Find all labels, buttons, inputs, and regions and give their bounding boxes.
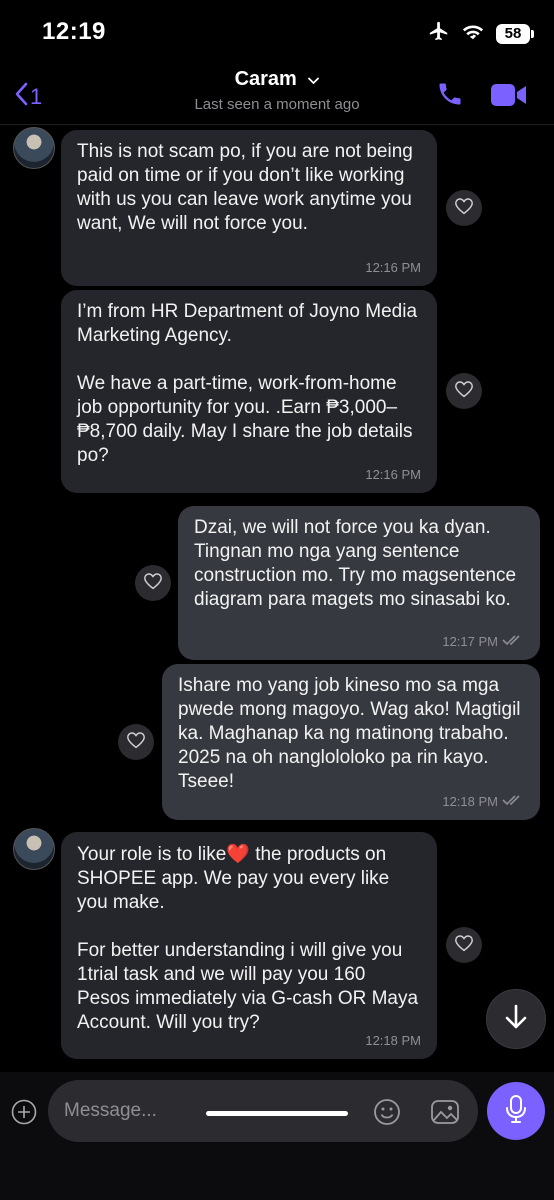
message-bubble-incoming[interactable]: This is not scam po, if you are not bein… xyxy=(61,130,437,286)
message-time: 12:18 PM xyxy=(442,790,524,814)
message-composer: Message... xyxy=(0,1072,554,1200)
contact-name-button[interactable]: Caram xyxy=(0,68,554,91)
heart-emoji: ❤️ xyxy=(226,843,250,865)
emoji-icon xyxy=(373,1099,401,1130)
message-time: 12:16 PM xyxy=(365,260,421,275)
gallery-button[interactable] xyxy=(430,1098,460,1131)
chat-header: 1 Caram Last seen a moment ago xyxy=(0,62,554,125)
message-time: 12:16 PM xyxy=(365,467,421,482)
plus-icon xyxy=(11,1099,37,1129)
like-button[interactable] xyxy=(446,373,482,409)
scroll-to-bottom-button[interactable] xyxy=(486,989,546,1049)
read-receipt-icon xyxy=(502,630,524,654)
message-bubble-incoming[interactable]: Your role is to like❤️ the products on S… xyxy=(61,832,437,1059)
video-icon xyxy=(490,84,528,112)
battery-indicator: 58 xyxy=(496,23,534,44)
status-bar: 12:19 58 xyxy=(0,0,554,62)
like-button[interactable] xyxy=(118,724,154,760)
message-text: Dzai, we will not force you ka dyan. Tin… xyxy=(194,517,522,610)
message-bubble-outgoing[interactable]: Ishare mo yang job kineso mo sa mga pwed… xyxy=(162,664,540,820)
heart-icon xyxy=(143,572,163,595)
message-time: 12:17 PM xyxy=(442,630,524,654)
heart-icon xyxy=(454,197,474,220)
chevron-down-icon xyxy=(308,68,320,91)
wifi-icon xyxy=(462,22,484,45)
video-call-button[interactable] xyxy=(490,82,528,113)
microphone-icon xyxy=(505,1094,527,1129)
gallery-icon xyxy=(430,1100,460,1130)
message-text: This is not scam po, if you are not bein… xyxy=(77,141,419,234)
home-indicator xyxy=(206,1111,348,1116)
message-bubble-incoming[interactable]: I’m from HR Department of Joyno Media Ma… xyxy=(61,290,437,493)
last-seen-status: Last seen a moment ago xyxy=(194,96,360,113)
phone-icon xyxy=(436,83,464,112)
contact-avatar[interactable] xyxy=(13,127,55,169)
airplane-icon xyxy=(428,20,450,47)
contact-avatar[interactable] xyxy=(13,828,55,870)
emoji-button[interactable] xyxy=(373,1098,401,1131)
heart-icon xyxy=(454,380,474,403)
heart-icon xyxy=(454,934,474,957)
message-text: Your role is to like❤️ the products on S… xyxy=(77,843,419,1033)
read-receipt-icon xyxy=(502,790,524,814)
contact-name: Caram xyxy=(234,68,297,90)
voice-message-button[interactable] xyxy=(487,1082,545,1140)
arrow-down-icon xyxy=(503,1003,529,1036)
call-button[interactable] xyxy=(436,80,464,113)
heart-icon xyxy=(126,731,146,754)
message-text: Ishare mo yang job kineso mo sa mga pwed… xyxy=(178,675,526,792)
message-text: I’m from HR Department of Joyno Media Ma… xyxy=(77,301,418,466)
status-time: 12:19 xyxy=(42,18,106,45)
status-icons: 58 xyxy=(428,20,534,47)
like-button[interactable] xyxy=(135,565,171,601)
message-bubble-outgoing[interactable]: Dzai, we will not force you ka dyan. Tin… xyxy=(178,506,540,660)
message-placeholder: Message... xyxy=(64,1100,157,1121)
like-button[interactable] xyxy=(446,190,482,226)
like-button[interactable] xyxy=(446,927,482,963)
message-time: 12:18 PM xyxy=(365,1033,421,1048)
attach-button[interactable] xyxy=(11,1099,37,1130)
